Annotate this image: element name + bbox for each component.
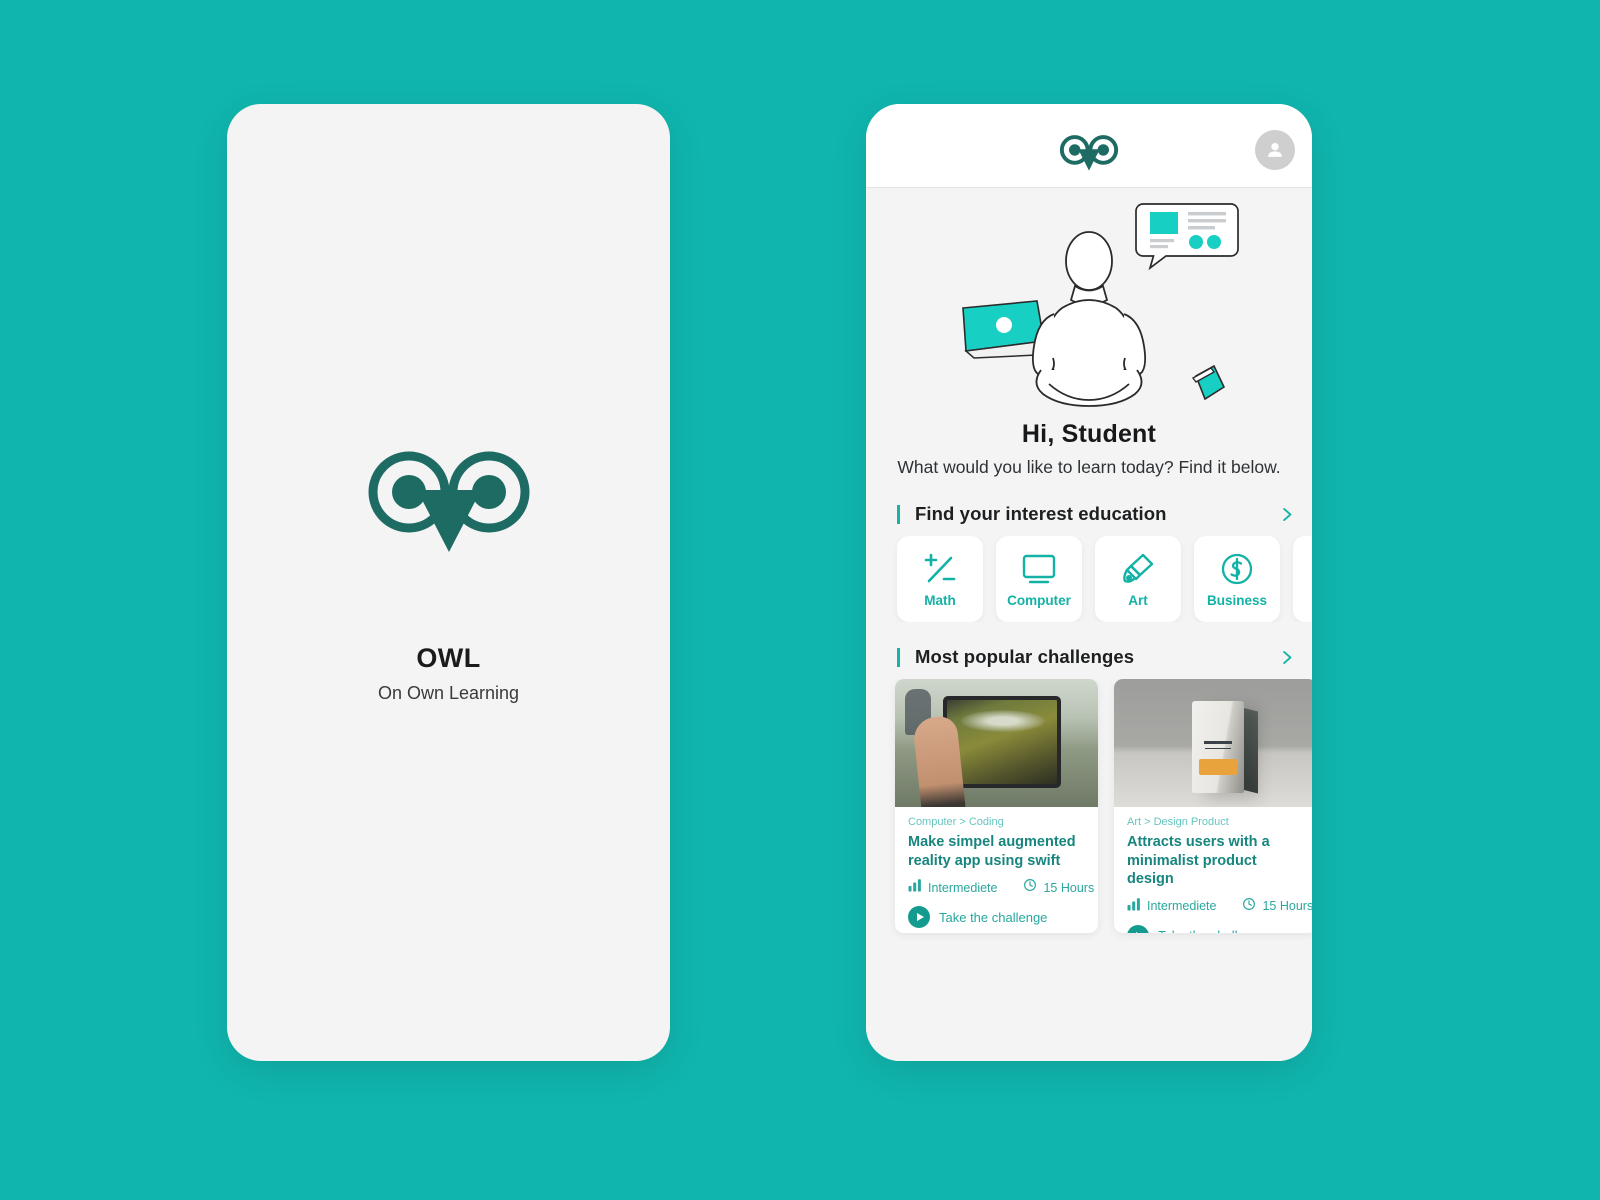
bar-chart-icon bbox=[1127, 897, 1141, 916]
section-accent-bar bbox=[897, 504, 900, 524]
challenge-card[interactable]: Art > Design Product Attracts users with… bbox=[1114, 679, 1312, 934]
clock-icon bbox=[1023, 878, 1037, 897]
greeting-block: Hi, Student What would you like to learn… bbox=[866, 420, 1312, 479]
category-label: Math bbox=[924, 593, 956, 609]
dashboard-body: Hi, Student What would you like to learn… bbox=[866, 188, 1312, 1061]
challenge-level: Intermediete bbox=[1147, 899, 1217, 914]
section-accent-bar bbox=[897, 647, 900, 667]
play-icon bbox=[908, 906, 930, 929]
greeting-subtitle: What would you like to learn today? Find… bbox=[897, 457, 1281, 477]
interest-section-title: Find your interest education bbox=[915, 503, 1167, 525]
augmented-reality-tablet-photo bbox=[895, 679, 1098, 808]
app-header bbox=[866, 104, 1312, 188]
take-challenge-button[interactable]: Take the challenge bbox=[1127, 924, 1304, 934]
category-card-computer[interactable]: Computer bbox=[996, 536, 1082, 623]
monitor-icon bbox=[1021, 550, 1057, 588]
category-card-math[interactable]: Math bbox=[897, 536, 983, 623]
clock-icon bbox=[1242, 897, 1256, 916]
category-label: Business bbox=[1206, 593, 1268, 609]
user-avatar-icon[interactable] bbox=[1255, 130, 1295, 170]
challenge-card-strip[interactable]: Computer > Coding Make simpel augmented … bbox=[866, 679, 1312, 1061]
owl-logo-icon[interactable] bbox=[1059, 134, 1119, 178]
splash-screen-phone: OWL On Own Learning bbox=[227, 104, 670, 1061]
take-challenge-label: Take the challenge bbox=[939, 909, 1048, 925]
challenge-duration: 15 Hours bbox=[1262, 899, 1312, 914]
tablet-icon bbox=[1191, 364, 1226, 401]
category-label: Computer bbox=[1007, 593, 1071, 609]
app-tagline: On Own Learning bbox=[377, 682, 520, 703]
challenge-title: Attracts users with a minimalist product… bbox=[1127, 834, 1270, 888]
take-challenge-label: Take the challenge bbox=[1158, 928, 1266, 933]
take-challenge-button[interactable]: Take the challenge bbox=[908, 906, 1085, 929]
bar-chart-icon bbox=[908, 878, 922, 897]
challenges-see-more-button[interactable] bbox=[1277, 648, 1296, 667]
category-card-partial[interactable] bbox=[1293, 536, 1312, 623]
challenge-breadcrumb: Computer > Coding bbox=[908, 816, 1004, 829]
category-label: Art bbox=[1128, 593, 1148, 609]
challenge-duration: 15 Hours bbox=[1043, 880, 1095, 895]
greeting-title: Hi, Student bbox=[1021, 420, 1157, 448]
category-card-art[interactable]: Art bbox=[1095, 536, 1181, 623]
challenge-meta: Intermediete 15 Hours bbox=[908, 878, 1094, 897]
challenge-meta: Intermediete 15 Hours bbox=[1127, 897, 1312, 916]
person-meditating-learning-illustration bbox=[866, 188, 1312, 420]
coffee-bag-product-photo bbox=[1114, 679, 1312, 808]
dashboard-screen-phone: Hi, Student What would you like to learn… bbox=[866, 104, 1312, 1061]
challenges-section-title: Most popular challenges bbox=[915, 646, 1135, 668]
challenges-section-header: Most popular challenges bbox=[866, 646, 1312, 668]
chat-bubble-icon bbox=[1135, 203, 1239, 271]
owl-logo-icon bbox=[365, 448, 533, 561]
challenge-level: Intermediete bbox=[928, 880, 998, 895]
challenge-title: Make simpel augmented reality app using … bbox=[908, 834, 1076, 869]
play-icon bbox=[1127, 924, 1149, 934]
paintbrush-icon bbox=[1120, 550, 1156, 588]
plus-minus-icon bbox=[922, 550, 958, 588]
seated-person bbox=[1031, 231, 1147, 407]
app-title: OWL bbox=[416, 642, 481, 673]
challenge-card[interactable]: Computer > Coding Make simpel augmented … bbox=[895, 679, 1098, 934]
interest-see-more-button[interactable] bbox=[1277, 505, 1296, 524]
dollar-circle-icon bbox=[1219, 550, 1255, 588]
category-card-strip[interactable]: Math Computer Art Business bbox=[866, 536, 1312, 623]
challenge-breadcrumb: Art > Design Product bbox=[1127, 816, 1229, 829]
interest-section-header: Find your interest education bbox=[866, 503, 1312, 525]
category-card-business[interactable]: Business bbox=[1194, 536, 1280, 623]
splash-content: OWL On Own Learning bbox=[227, 104, 670, 1061]
